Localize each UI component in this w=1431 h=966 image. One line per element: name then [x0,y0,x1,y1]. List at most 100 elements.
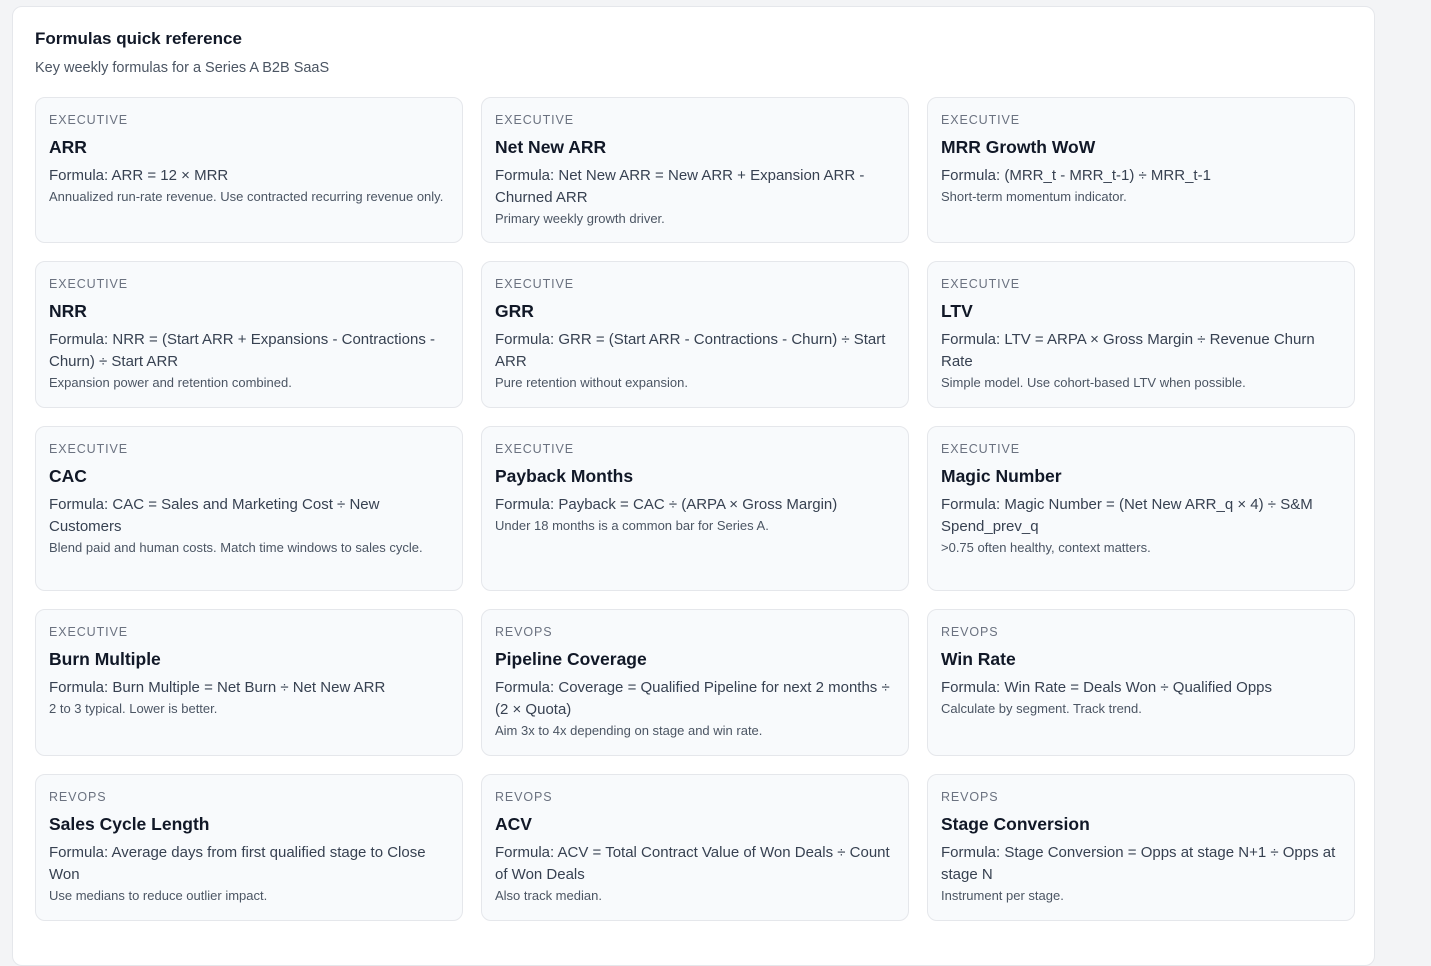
card-formula: Formula: CAC = Sales and Marketing Cost … [49,494,449,538]
card-category: REVOPS [495,625,553,639]
card-formula: Formula: LTV = ARPA × Gross Margin ÷ Rev… [941,329,1341,373]
formulas-panel: Formulas quick reference Key weekly form… [12,6,1375,966]
card-metric-name: ACV [495,814,532,834]
card-note: Short-term momentum indicator. [941,189,1127,204]
card-metric-name: ARR [49,137,87,157]
card-formula: Formula: ARR = 12 × MRR [49,165,449,187]
formula-card: EXECUTIVE Net New ARR Formula: Net New ARR… [481,97,909,243]
card-formula: Formula: Average days from first qualifi… [49,842,449,886]
card-formula: Formula: (MRR_t - MRR_t-1) ÷ MRR_t-1 [941,165,1341,187]
formula-label: Formula: [941,496,1001,513]
card-note: Instrument per stage. [941,888,1064,903]
card-note: Aim 3x to 4x depending on stage and win … [495,723,763,738]
formula-expression: GRR = (Start ARR - Contractions - Churn)… [495,331,886,370]
formula-card: EXECUTIVE NRR Formula: NRR = (Start ARR + … [35,261,463,408]
formula-expression: (MRR_t - MRR_t-1) ÷ MRR_t-1 [1004,167,1211,184]
formula-expression: Coverage = Qualified Pipeline for next 2… [495,679,890,718]
card-metric-name: Payback Months [495,466,634,486]
formula-expression: Win Rate = Deals Won ÷ Qualified Opps [1004,679,1273,696]
card-note: Pure retention without expansion. [495,375,688,390]
formula-card: EXECUTIVE Magic Number Formula: Magic Numb… [927,426,1355,591]
card-note: Expansion power and retention combined. [49,375,292,390]
card-metric-name: Pipeline Coverage [495,649,647,669]
card-note: 2 to 3 typical. Lower is better. [49,701,218,716]
card-note: >0.75 often healthy, context matters. [941,540,1151,555]
card-category: EXECUTIVE [49,277,128,291]
formula-label: Formula: [49,331,109,348]
card-formula: Formula: Coverage = Qualified Pipeline f… [495,677,895,721]
formula-expression: ARR = 12 × MRR [111,167,229,184]
formula-card: REVOPS Stage Conversion Formula: Stage Con… [927,774,1355,921]
card-note: Annualized run-rate revenue. Use contrac… [49,189,444,204]
card-category: EXECUTIVE [941,442,1020,456]
card-category: REVOPS [49,790,107,804]
card-category: REVOPS [495,790,553,804]
formula-card: EXECUTIVE CAC Formula: CAC = Sales and Mar… [35,426,463,591]
formula-card-grid: EXECUTIVE ARR Formula: ARR = 12 × MRR Annua… [35,97,1355,921]
card-category: REVOPS [941,790,999,804]
card-metric-name: Burn Multiple [49,649,161,669]
card-formula: Formula: Win Rate = Deals Won ÷ Qualifie… [941,677,1341,699]
formula-card: EXECUTIVE GRR Formula: GRR = (Start ARR - … [481,261,909,408]
formula-label: Formula: [941,844,1001,861]
card-note: Also track median. [495,888,602,903]
formula-label: Formula: [495,331,555,348]
formula-label: Formula: [49,167,109,184]
formula-card: EXECUTIVE Burn Multiple Formula: Burn Mult… [35,609,463,756]
formula-label: Formula: [49,844,109,861]
card-note: Use medians to reduce outlier impact. [49,888,268,903]
card-formula: Formula: Payback = CAC ÷ (ARPA × Gross M… [495,494,895,516]
card-metric-name: Win Rate [941,649,1016,669]
formula-card: EXECUTIVE Payback Months Formula: Payback … [481,426,909,591]
card-category: REVOPS [941,625,999,639]
card-category: EXECUTIVE [49,625,128,639]
formula-label: Formula: [49,496,109,513]
card-formula: Formula: Net New ARR = New ARR + Expansi… [495,165,895,209]
formula-label: Formula: [941,331,1001,348]
formula-card: REVOPS Sales Cycle Length Formula: Average… [35,774,463,921]
card-formula: Formula: ACV = Total Contract Value of W… [495,842,895,886]
card-category: EXECUTIVE [49,113,128,127]
card-metric-name: NRR [49,301,87,321]
formula-card: EXECUTIVE LTV Formula: LTV = ARPA × Gross … [927,261,1355,408]
formula-expression: ACV = Total Contract Value of Won Deals … [495,844,890,883]
formula-card: REVOPS ACV Formula: ACV = Total Contract V… [481,774,909,921]
card-metric-name: MRR Growth WoW [941,137,1096,157]
card-formula: Formula: Magic Number = (Net New ARR_q ×… [941,494,1341,538]
card-note: Blend paid and human costs. Match time w… [49,540,423,555]
formula-label: Formula: [495,167,555,184]
formula-card: REVOPS Win Rate Formula: Win Rate = Deals … [927,609,1355,756]
card-category: EXECUTIVE [495,113,574,127]
card-formula: Formula: Burn Multiple = Net Burn ÷ Net … [49,677,449,699]
formula-card: EXECUTIVE ARR Formula: ARR = 12 × MRR Annua… [35,97,463,243]
card-metric-name: LTV [941,301,973,321]
card-metric-name: Sales Cycle Length [49,814,210,834]
formula-label: Formula: [941,679,1001,696]
card-category: EXECUTIVE [49,442,128,456]
formula-label: Formula: [941,167,1001,184]
formula-label: Formula: [49,679,109,696]
card-formula: Formula: Stage Conversion = Opps at stag… [941,842,1341,886]
card-category: EXECUTIVE [941,113,1020,127]
card-category: EXECUTIVE [495,277,574,291]
card-metric-name: Magic Number [941,466,1062,486]
card-formula: Formula: NRR = (Start ARR + Expansions -… [49,329,449,373]
formula-expression: Stage Conversion = Opps at stage N+1 ÷ O… [941,844,1336,883]
formula-label: Formula: [495,496,555,513]
card-note: Simple model. Use cohort-based LTV when … [941,375,1246,390]
panel-title: Formulas quick reference [35,29,242,48]
card-metric-name: CAC [49,466,87,486]
formula-card: EXECUTIVE MRR Growth WoW Formula: (MRR_t -… [927,97,1355,243]
card-category: EXECUTIVE [941,277,1020,291]
formula-label: Formula: [495,844,555,861]
card-metric-name: Net New ARR [495,137,607,157]
card-note: Primary weekly growth driver. [495,211,665,226]
formula-expression: Payback = CAC ÷ (ARPA × Gross Margin) [558,496,838,513]
card-formula: Formula: GRR = (Start ARR - Contractions… [495,329,895,373]
formula-card: REVOPS Pipeline Coverage Formula: Coverage… [481,609,909,756]
card-metric-name: GRR [495,301,534,321]
formula-label: Formula: [495,679,555,696]
panel-subtitle: Key weekly formulas for a Series A B2B S… [35,60,330,76]
card-metric-name: Stage Conversion [941,814,1090,834]
card-note: Calculate by segment. Track trend. [941,701,1142,716]
